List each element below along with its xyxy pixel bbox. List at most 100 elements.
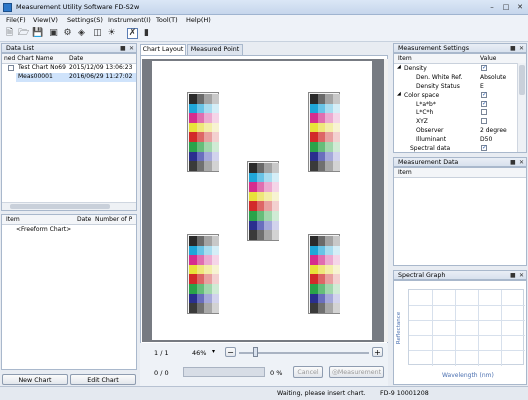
color-patch-card[interactable] [187, 92, 219, 172]
settings-scrollbar[interactable] [517, 63, 526, 152]
pin-icon[interactable]: ■ [510, 44, 516, 53]
gear-icon[interactable]: ⚙ [62, 28, 73, 39]
pin-icon[interactable]: ■ [120, 44, 126, 53]
color-patch-card[interactable] [308, 234, 340, 314]
color-patch [325, 293, 333, 304]
color-patch [249, 182, 257, 192]
zoom-dropdown-icon[interactable]: ▾ [212, 348, 215, 355]
calibration-icon[interactable]: ◈ [76, 28, 87, 39]
tab-chart-layout[interactable]: Chart Layout [140, 44, 186, 55]
col-date[interactable]: Date [69, 54, 83, 63]
light-icon[interactable]: ☀ [106, 28, 117, 39]
color-patch [317, 94, 325, 104]
new-file-icon[interactable]: 🗎 [4, 28, 15, 39]
tab-measured-point[interactable]: Measured Point [187, 44, 243, 55]
pin-icon[interactable]: ■ [510, 158, 516, 167]
menu-settings[interactable]: Settings(S) [67, 16, 103, 24]
maximize-button[interactable]: □ [500, 2, 512, 12]
color-patch-card[interactable] [308, 92, 340, 172]
settings-checkbox[interactable]: ✓ [481, 145, 487, 152]
color-patch [249, 211, 257, 221]
open-folder-icon[interactable]: 🗁 [18, 28, 29, 39]
settings-rows: ◢ Density ✓ Den. White Ref. Absolute Density … [394, 64, 526, 153]
zoom-out-button[interactable]: − [225, 347, 236, 357]
color-patch [196, 151, 204, 162]
color-patch [332, 293, 340, 304]
menu-help[interactable]: Help(H) [186, 16, 211, 24]
palette-icon[interactable]: ▮ [141, 28, 152, 39]
settings-row[interactable]: ◢ Color space ✓ [394, 91, 526, 100]
color-patch [189, 255, 197, 265]
col-number[interactable]: Number of P [95, 215, 132, 224]
color-patch [332, 284, 340, 294]
col-date[interactable]: Date [77, 215, 91, 224]
new-chart-button[interactable]: New Chart [2, 374, 68, 385]
settings-label: Density Status [416, 82, 460, 90]
settings-checkbox[interactable]: ✓ [481, 65, 487, 71]
expand-arrow-icon[interactable]: ◢ [397, 91, 401, 97]
close-panel-icon[interactable]: ✕ [519, 158, 524, 167]
settings-row[interactable]: L*a*b* ✓ [394, 100, 526, 109]
menu-file[interactable]: File(F) [6, 16, 26, 24]
edit-chart-button[interactable]: Edit Chart [70, 374, 136, 385]
data-list-column-header: ned Chart Name Date [2, 54, 136, 64]
chart-layout-icon[interactable]: ✗ [127, 28, 138, 39]
settings-checkbox[interactable] [481, 109, 487, 116]
settings-row[interactable]: L*C*h [394, 108, 526, 117]
menu-instrument[interactable]: Instrument(I) [108, 16, 151, 24]
close-panel-icon[interactable]: ✕ [129, 44, 134, 53]
list-item[interactable]: Meas00001 2016/06/29 11:27:02 [2, 73, 136, 82]
col-item[interactable]: Item [6, 215, 20, 224]
settings-checkbox[interactable] [481, 118, 487, 125]
color-patch [204, 274, 212, 284]
zoom-slider[interactable] [239, 352, 369, 354]
settings-row[interactable]: XYZ [394, 117, 526, 126]
settings-row[interactable]: Spectral data ✓ [394, 144, 526, 153]
measure-icon[interactable]: ◫ [92, 28, 103, 39]
settings-row[interactable]: Observer 2 degree [394, 126, 526, 135]
color-patch [196, 142, 204, 152]
settings-checkbox[interactable]: ✓ [481, 100, 487, 107]
vertical-scrollbar[interactable] [384, 59, 388, 342]
color-patch [204, 284, 212, 294]
color-patch [317, 161, 325, 171]
settings-checkbox[interactable]: ✓ [481, 91, 487, 98]
settings-row[interactable]: ◢ Density ✓ [394, 64, 526, 73]
close-panel-icon[interactable]: ✕ [519, 44, 524, 53]
zoom-slider-thumb[interactable] [253, 347, 258, 357]
minimize-button[interactable]: – [486, 2, 498, 12]
cancel-button[interactable]: Cancel [293, 366, 323, 378]
save-icon[interactable]: 💾 [32, 28, 43, 39]
settings-value[interactable]: 2 degree [480, 127, 507, 134]
settings-value[interactable]: D50 [480, 136, 492, 143]
camera-icon[interactable]: ▣ [48, 28, 59, 39]
page-indicator: 1 / 1 [154, 349, 169, 357]
list-item[interactable]: Test Chart No69 2015/12/09 13:06:23 [2, 64, 136, 73]
color-patch [249, 163, 257, 173]
row-checkbox[interactable] [8, 65, 14, 71]
settings-row[interactable]: Density Status E [394, 82, 526, 91]
color-patch [204, 122, 212, 133]
horizontal-scrollbar[interactable] [2, 202, 136, 210]
color-patch-card[interactable] [187, 234, 219, 314]
zoom-select[interactable]: 46% [192, 349, 206, 357]
zoom-in-button[interactable]: + [372, 347, 383, 357]
color-patch [310, 103, 318, 114]
close-button[interactable]: ✕ [514, 2, 526, 12]
menu-view[interactable]: View(V) [33, 16, 58, 24]
color-patch [196, 245, 204, 256]
menu-tool[interactable]: Tool(T) [156, 16, 178, 24]
close-panel-icon[interactable]: ✕ [519, 271, 524, 280]
list-item[interactable]: <Freeform Chart> [2, 225, 136, 234]
color-patch [249, 230, 257, 240]
expand-arrow-icon[interactable]: ◢ [397, 64, 401, 70]
color-patch-card[interactable] [247, 161, 279, 241]
pin-icon[interactable]: ■ [510, 271, 516, 280]
settings-value[interactable]: E [480, 83, 484, 90]
color-patch [249, 172, 257, 183]
settings-value[interactable]: Absolute [480, 74, 506, 81]
col-chart-name[interactable]: ned Chart Name [4, 54, 53, 63]
settings-row[interactable]: Den. White Ref. Absolute [394, 73, 526, 82]
color-patch [189, 132, 197, 142]
settings-row[interactable]: Illuminant D50 [394, 135, 526, 144]
